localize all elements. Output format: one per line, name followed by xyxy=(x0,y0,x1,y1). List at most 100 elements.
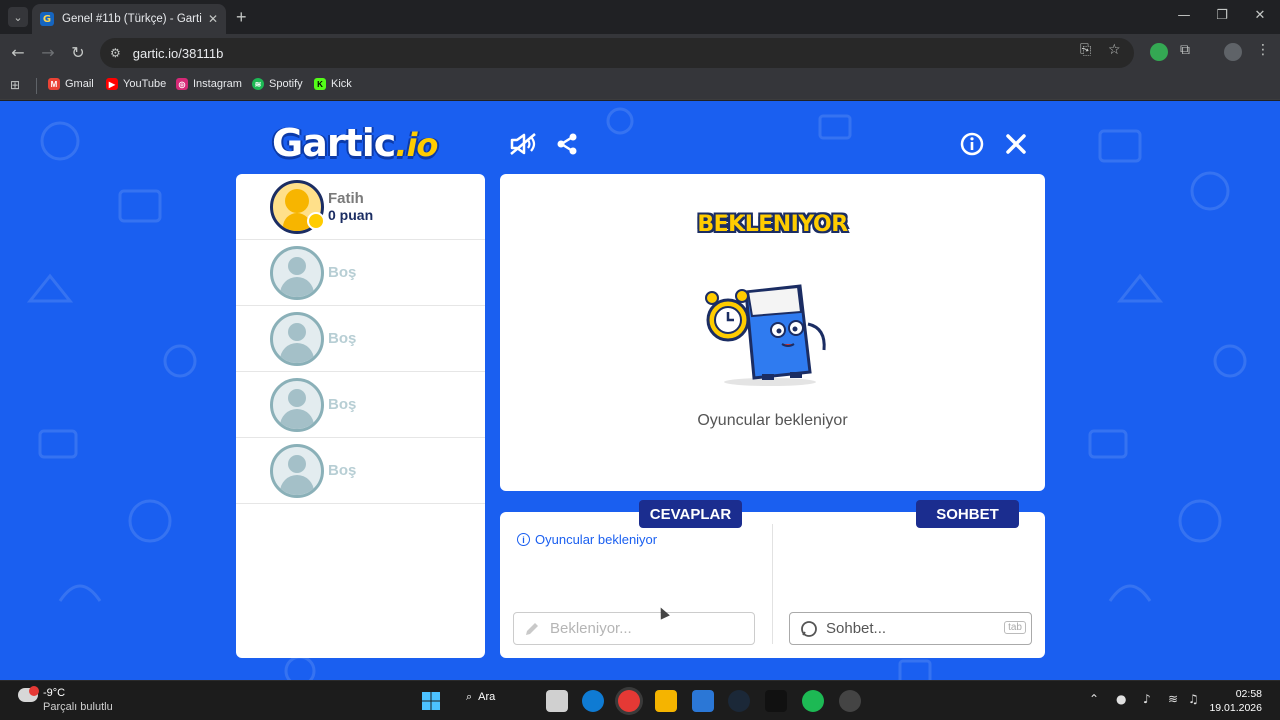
volume-icon[interactable]: ♫ xyxy=(1188,692,1199,706)
tab-search-menu-icon[interactable]: ⌄ xyxy=(8,7,28,27)
chrome-menu-icon[interactable]: ⋮ xyxy=(1256,42,1270,58)
bookmark-gmail[interactable]: M Gmail xyxy=(48,78,94,90)
browser-toolbar: ← → ↻ ⚙ gartic.io/38111b ⎘ ☆ ⧉ ⋮ xyxy=(0,34,1280,72)
player-row-empty: Boş xyxy=(236,240,485,306)
panel-divider xyxy=(772,524,773,644)
bookmarks-divider xyxy=(36,78,37,94)
bookmark-star-icon[interactable]: ☆ xyxy=(1108,42,1121,58)
new-tab-icon[interactable]: + xyxy=(236,8,247,26)
microsoft-store-icon[interactable] xyxy=(692,690,714,712)
drawing-stage: BEKLENIYOR Oyuncular bekleniyor xyxy=(500,174,1045,491)
epic-games-icon[interactable] xyxy=(765,690,787,712)
tab-title: Genel #11b (Türkçe) - Gartic.io xyxy=(62,13,202,25)
youtube-icon: ▶ xyxy=(106,78,118,90)
system-clock[interactable]: 02:58 19.01.2026 xyxy=(1209,687,1262,715)
stage-message: Oyuncular bekleniyor xyxy=(697,412,848,429)
task-view-icon[interactable] xyxy=(546,690,568,712)
steam-icon[interactable] xyxy=(728,690,750,712)
search-icon: ⌕ xyxy=(466,690,473,703)
edge-icon[interactable] xyxy=(582,690,604,712)
gartic-logo: Gartic.io xyxy=(272,121,438,165)
logo-suffix-text: .io xyxy=(395,126,438,164)
windows-taskbar: -9°C Parçalı bulutlu ⌕ Ara ⌃ ● ♪ ≋ ♫ 02:… xyxy=(0,680,1280,720)
tab-key-hint: tab xyxy=(1004,621,1026,634)
sound-muted-icon[interactable] xyxy=(508,129,538,159)
close-game-icon[interactable] xyxy=(1001,129,1031,159)
bookmark-instagram[interactable]: ◎ Instagram xyxy=(176,78,242,90)
player-row-empty: Boş xyxy=(236,438,485,504)
tab-chat[interactable]: SOHBET xyxy=(916,500,1019,528)
chat-bubble-icon xyxy=(801,620,817,637)
info-circle-icon: i xyxy=(517,533,530,546)
tab-close-icon[interactable]: ✕ xyxy=(208,12,218,26)
profile-avatar-icon[interactable] xyxy=(1224,43,1242,61)
clock-date: 19.01.2026 xyxy=(1209,702,1262,714)
extensions-puzzle-icon[interactable]: ⧉ xyxy=(1180,42,1190,58)
search-label: Ara xyxy=(478,691,496,703)
file-explorer-icon[interactable] xyxy=(655,690,677,712)
bookmark-label: YouTube xyxy=(123,78,167,90)
answer-placeholder: Bekleniyor... xyxy=(550,620,632,637)
minimize-icon[interactable]: — xyxy=(1174,8,1194,23)
player-name: Boş xyxy=(328,396,357,413)
tray-overflow-icon[interactable]: ⌃ xyxy=(1089,692,1099,706)
stage-status-title: BEKLENIYOR xyxy=(697,212,848,237)
player-list: Fatih 0 puan Boş Boş Boş Boş xyxy=(236,174,485,658)
gartic-favicon-icon: G xyxy=(40,12,54,26)
bookmark-youtube[interactable]: ▶ YouTube xyxy=(106,78,166,90)
browser-tab-bar: ⌄ G Genel #11b (Türkçe) - Gartic.io ✕ + … xyxy=(0,0,1280,34)
waiting-mascot-clock-icon xyxy=(705,284,826,386)
spotify-icon: ≋ xyxy=(252,78,264,90)
player-name: Boş xyxy=(328,462,357,479)
bookmark-label: Gmail xyxy=(65,78,94,90)
answers-chat-panel: CEVAPLAR SOHBET i Oyuncular bekleniyor B… xyxy=(500,500,1045,658)
tab-answers[interactable]: CEVAPLAR xyxy=(639,500,742,528)
chrome-icon[interactable] xyxy=(618,690,640,712)
reload-icon[interactable]: ↻ xyxy=(68,43,88,62)
forward-icon[interactable]: → xyxy=(38,43,58,62)
bookmark-spotify[interactable]: ≋ Spotify xyxy=(252,78,303,90)
info-icon[interactable] xyxy=(957,129,987,159)
install-app-icon[interactable]: ⎘ xyxy=(1080,42,1091,58)
gmail-icon: M xyxy=(48,78,60,90)
bookmark-label: Spotify xyxy=(269,78,303,90)
share-icon[interactable] xyxy=(552,129,582,159)
logo-main-text: Gartic xyxy=(272,121,396,165)
player-row-empty: Boş xyxy=(236,306,485,372)
empty-avatar-icon xyxy=(270,377,324,432)
empty-avatar-icon xyxy=(270,443,324,498)
weather-temperature: -9°C xyxy=(43,687,66,699)
bookmark-kick[interactable]: K Kick xyxy=(314,78,352,90)
instagram-icon: ◎ xyxy=(176,78,188,90)
address-bar[interactable]: ⚙ gartic.io/38111b xyxy=(100,38,1134,68)
game-page: Gartic.io Fatih 0 puan Boş Boş Boş Boş B… xyxy=(0,101,1280,680)
tray-app-icon[interactable]: ● xyxy=(1116,692,1126,706)
player-name: Boş xyxy=(328,330,357,347)
spotify-taskbar-icon[interactable] xyxy=(802,690,824,712)
player-row-empty: Boş xyxy=(236,372,485,438)
player-name: Fatih xyxy=(328,190,364,207)
chat-placeholder: Sohbet... xyxy=(826,620,887,637)
wifi-icon[interactable]: ≋ xyxy=(1168,692,1178,706)
app-notification-icon[interactable] xyxy=(839,690,861,712)
browser-tab[interactable]: G Genel #11b (Türkçe) - Gartic.io ✕ xyxy=(32,4,226,34)
back-icon[interactable]: ← xyxy=(8,43,28,62)
weather-condition: Parçalı bulutlu xyxy=(43,701,113,713)
url-text: gartic.io/38111b xyxy=(132,45,224,61)
microphone-icon[interactable]: ♪ xyxy=(1143,692,1151,706)
answer-input[interactable]: Bekleniyor... xyxy=(513,612,755,645)
windows-start-icon[interactable] xyxy=(420,690,442,712)
pencil-icon xyxy=(526,622,538,635)
bookmark-label: Instagram xyxy=(193,78,242,90)
apps-grid-icon[interactable]: ⊞ xyxy=(10,78,20,92)
taskbar-search[interactable]: ⌕ Ara xyxy=(466,690,495,704)
extension-shield-icon[interactable] xyxy=(1150,43,1168,61)
restore-icon[interactable]: ❐ xyxy=(1212,8,1232,23)
window-close-icon[interactable]: ✕ xyxy=(1250,8,1270,23)
player-row-me[interactable]: Fatih 0 puan xyxy=(236,174,485,240)
weather-alert-badge xyxy=(29,686,39,696)
bookmarks-bar: ⊞ M Gmail ▶ YouTube ◎ Instagram ≋ Spotif… xyxy=(0,72,1280,100)
site-settings-icon[interactable]: ⚙ xyxy=(110,46,121,60)
empty-avatar-icon xyxy=(270,245,324,300)
chat-input[interactable]: Sohbet... tab xyxy=(789,612,1032,645)
